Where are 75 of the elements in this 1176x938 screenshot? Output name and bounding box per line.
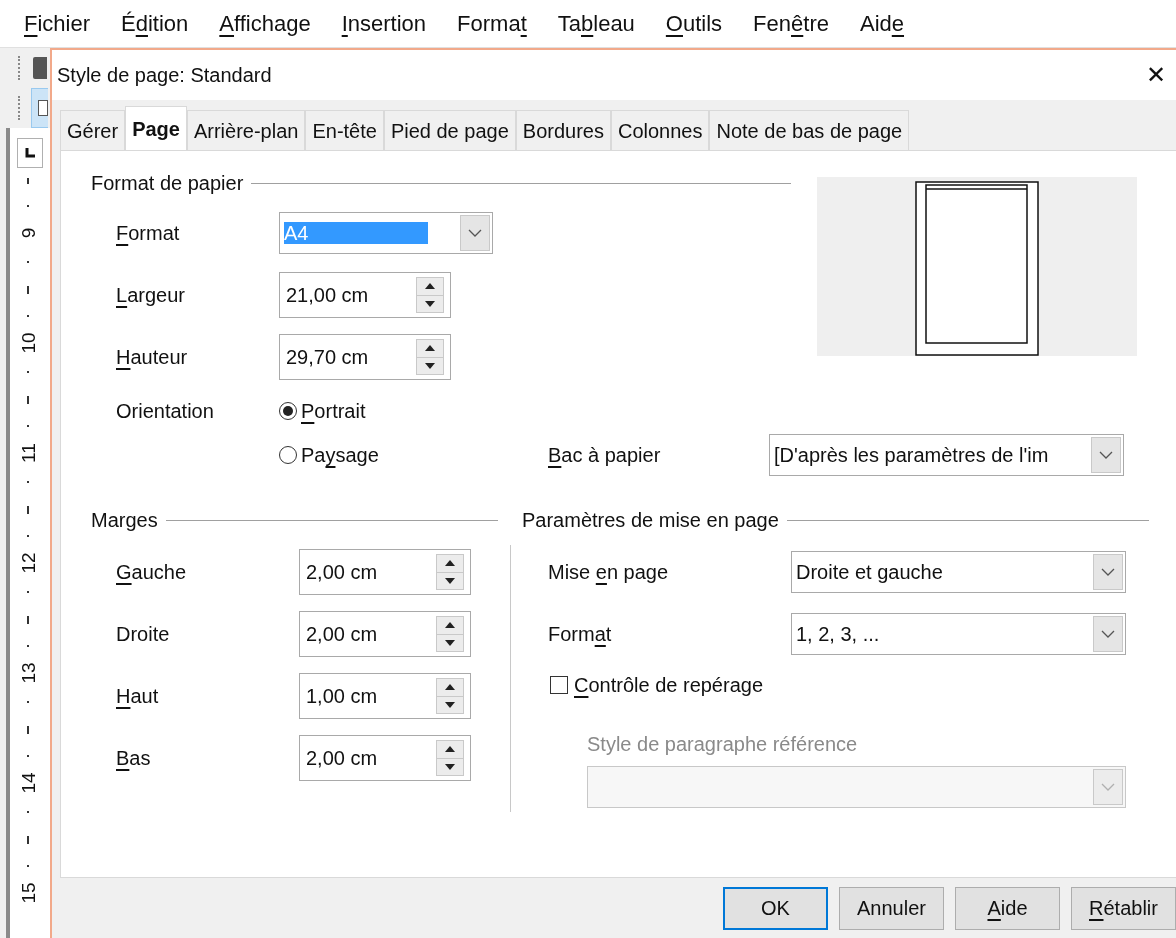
dropdown-caret-icon [1093, 769, 1123, 805]
field-label: Bac à papier [548, 443, 662, 468]
spin-buttons-icon[interactable] [436, 616, 464, 652]
dialog-button[interactable]: Annuler [839, 886, 944, 930]
spin-buttons-icon[interactable] [436, 678, 464, 714]
ruler-number: 14 [17, 772, 39, 794]
tab[interactable]: Page [125, 106, 187, 150]
checkbox-label[interactable]: Contrôle de repérage [574, 670, 764, 700]
ruler-number: 12 [17, 552, 39, 574]
dialog-button[interactable]: OK [723, 886, 828, 930]
dialog-title: Style de page: Standard [57, 63, 273, 88]
spin-field[interactable]: 2,00 cm [299, 611, 471, 657]
menu-item[interactable]: Fenêtre [753, 7, 829, 40]
field-label: Mise en page [548, 560, 670, 585]
spin-field[interactable]: 21,00 cm [279, 272, 451, 318]
field-label: Format [116, 221, 181, 246]
paper-tray-select[interactable]: [D'après les paramètres de l'im [769, 434, 1124, 476]
menu-item[interactable]: Édition [121, 7, 189, 40]
field-label: Droite [116, 622, 171, 647]
section-heading: Format de papier [91, 171, 244, 196]
toolbar-grip-icon [18, 96, 21, 120]
spin-field[interactable]: 29,70 cm [279, 334, 451, 380]
tab[interactable]: Bordures [515, 110, 611, 150]
toolbar-grip-icon [18, 56, 21, 80]
ruler-number: 10 [17, 332, 39, 354]
menu-item[interactable]: Fichier [24, 7, 91, 40]
toolbar-icon[interactable] [31, 88, 48, 128]
ruler-number: 15 [17, 882, 39, 904]
spin-buttons-icon[interactable] [416, 339, 444, 375]
tab[interactable]: En-tête [305, 110, 384, 150]
dropdown-caret-icon [1091, 437, 1121, 473]
spin-field[interactable]: 2,00 cm [299, 549, 471, 595]
menu-item[interactable]: Insertion [341, 7, 427, 40]
spin-field[interactable]: 2,00 cm [299, 735, 471, 781]
field-label: Format [548, 622, 613, 647]
dropdown-select[interactable]: Droite et gauche [791, 551, 1126, 593]
ruler-number: 11 [17, 443, 39, 463]
section-heading: Marges [91, 508, 158, 533]
dropdown-caret-icon [1093, 554, 1123, 590]
field-label: Haut [116, 684, 160, 709]
dropdown-caret-icon [460, 215, 490, 251]
dialog-button[interactable]: Rétablir [1071, 886, 1176, 930]
tab[interactable]: Note de bas de page [709, 110, 910, 150]
spin-buttons-icon[interactable] [436, 740, 464, 776]
field-label: Style de paragraphe référence [587, 732, 858, 757]
tab[interactable]: Arrière-plan [186, 110, 306, 150]
spin-buttons-icon[interactable] [416, 277, 444, 313]
dropdown-caret-icon [1093, 616, 1123, 652]
dialog-button[interactable]: Aide [955, 886, 1060, 930]
menu-item[interactable]: Tableau [557, 7, 635, 40]
tab[interactable]: Pied de page [383, 110, 516, 150]
field-label: Orientation [116, 399, 215, 424]
tab[interactable]: Colonnes [610, 110, 710, 150]
radio-label[interactable]: Portrait [301, 396, 366, 426]
close-icon[interactable]: ✕ [1146, 63, 1166, 87]
tab-stop-icon[interactable] [17, 138, 43, 168]
menu-item[interactable]: Affichage [219, 7, 311, 40]
radio-button[interactable] [279, 402, 297, 420]
field-label: Bas [116, 746, 152, 771]
menu-item[interactable]: Format [457, 7, 527, 40]
field-label: Largeur [116, 283, 186, 308]
tab[interactable]: Gérer [60, 110, 126, 150]
spin-buttons-icon[interactable] [436, 554, 464, 590]
field-label: Hauteur [116, 345, 189, 370]
radio-button[interactable] [279, 446, 297, 464]
field-label: Gauche [116, 560, 188, 585]
menu-item[interactable]: Aide [859, 7, 904, 40]
radio-label[interactable]: Paysage [301, 440, 379, 470]
ruler-number: 9 [17, 227, 39, 239]
menu-item[interactable]: Outils [665, 7, 723, 40]
checkbox[interactable] [550, 676, 568, 694]
section-heading: Paramètres de mise en page [522, 508, 779, 533]
ruler-number: 13 [17, 662, 39, 684]
spin-field[interactable]: 1,00 cm [299, 673, 471, 719]
dropdown-select[interactable]: 1, 2, 3, ... [791, 613, 1126, 655]
